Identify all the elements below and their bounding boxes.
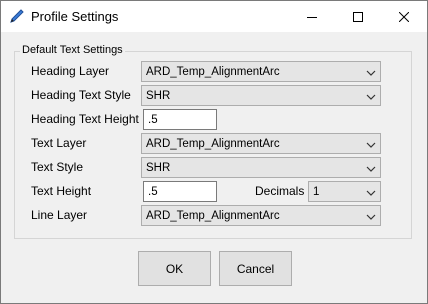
profile-settings-dialog: Profile Settings Default Text Settings H…	[0, 0, 428, 304]
heading-text-height-field[interactable]	[143, 109, 217, 130]
heading-layer-label: Heading Layer	[31, 64, 110, 78]
heading-layer-value: ARD_Temp_AlignmentArc	[146, 66, 280, 78]
minimize-icon	[307, 12, 317, 22]
text-style-label: Text Style	[31, 160, 84, 174]
heading-text-style-select[interactable]: SHR	[141, 85, 381, 106]
chevron-down-icon	[366, 91, 376, 101]
decimals-select[interactable]: 1	[308, 181, 381, 202]
cancel-button-label: Cancel	[236, 261, 275, 276]
group-label: Default Text Settings	[20, 44, 125, 57]
title-bar[interactable]: Profile Settings	[1, 1, 427, 32]
ok-button[interactable]: OK	[138, 251, 211, 286]
close-button[interactable]	[381, 1, 427, 32]
maximize-icon	[353, 11, 363, 22]
text-layer-value: ARD_Temp_AlignmentArc	[146, 138, 280, 150]
chevron-down-icon	[366, 163, 376, 173]
pen-drafting-icon	[9, 8, 25, 24]
heading-layer-select[interactable]: ARD_Temp_AlignmentArc	[141, 61, 381, 82]
chevron-down-icon	[366, 187, 376, 197]
text-style-select[interactable]: SHR	[141, 157, 381, 178]
window-title: Profile Settings	[31, 9, 119, 24]
text-style-value: SHR	[146, 162, 171, 174]
decimals-value: 1	[313, 186, 320, 198]
heading-text-height-label: Heading Text Height	[31, 112, 139, 126]
cancel-button[interactable]: Cancel	[219, 251, 292, 286]
heading-text-style-label: Heading Text Style	[31, 88, 131, 102]
decimals-label: Decimals	[255, 184, 305, 198]
line-layer-value: ARD_Temp_AlignmentArc	[146, 210, 280, 222]
text-layer-select[interactable]: ARD_Temp_AlignmentArc	[141, 133, 381, 154]
minimize-button[interactable]	[289, 1, 335, 32]
text-layer-label: Text Layer	[31, 136, 87, 150]
chevron-down-icon	[366, 139, 376, 149]
maximize-button[interactable]	[335, 1, 381, 32]
chevron-down-icon	[366, 211, 376, 221]
chevron-down-icon	[366, 67, 376, 77]
line-layer-select[interactable]: ARD_Temp_AlignmentArc	[141, 205, 381, 226]
heading-text-style-value: SHR	[146, 90, 171, 102]
line-layer-label: Line Layer	[31, 208, 88, 222]
text-height-label: Text Height	[31, 184, 92, 198]
ok-button-label: OK	[165, 261, 184, 276]
text-height-field[interactable]	[143, 181, 217, 202]
close-icon	[399, 11, 409, 22]
